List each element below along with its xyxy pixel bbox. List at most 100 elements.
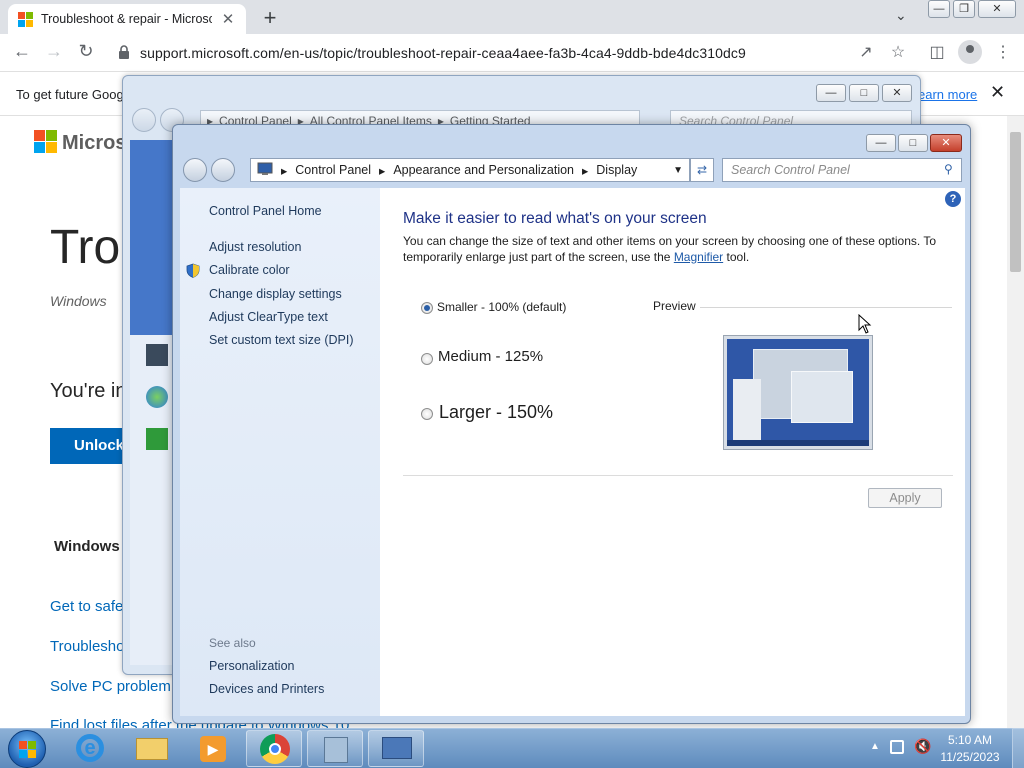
option-smaller-label[interactable]: Smaller - 100% (default) (437, 300, 566, 314)
learn-more-link[interactable]: earn more (918, 87, 977, 102)
transfer-icon (146, 428, 168, 450)
globe-icon (146, 386, 168, 408)
description-text: You can change the size of text and othe… (403, 234, 937, 264)
address-dropdown-icon[interactable]: ▼ (673, 165, 683, 176)
radio-smaller[interactable] (421, 302, 433, 314)
bookmark-star-icon[interactable]: ☆ (887, 42, 909, 62)
show-desktop-button[interactable] (1012, 728, 1024, 768)
page-link-solve[interactable]: Solve PC problem (50, 678, 171, 695)
back-window-close-button[interactable]: ✕ (882, 84, 912, 102)
new-tab-button[interactable]: + (258, 5, 282, 31)
start-button[interactable] (8, 730, 46, 768)
page-scrollbar-thumb[interactable] (1010, 132, 1021, 272)
devices-and-printers-link[interactable]: Devices and Printers (209, 682, 324, 696)
back-window-banner-image (130, 140, 175, 335)
chrome-icon (260, 734, 290, 764)
browser-close-button[interactable]: ✕ (978, 0, 1016, 18)
preview-divider (700, 307, 952, 308)
back-arrow-icon[interactable]: ← (10, 41, 34, 62)
preview-screen (727, 339, 869, 446)
reload-icon[interactable]: ↻ (74, 41, 98, 62)
search-icon[interactable]: ⚲ (944, 162, 953, 176)
taskbar-control-panel-back[interactable] (307, 730, 363, 767)
back-window-minimize-button[interactable]: — (816, 84, 846, 102)
forward-arrow-icon[interactable]: → (42, 41, 66, 62)
clock-date[interactable]: 11/25/2023 (935, 750, 1005, 764)
shield-icon (186, 263, 200, 281)
magnifier-link[interactable]: Magnifier (674, 250, 723, 264)
browser-minimize-button[interactable]: — (928, 0, 950, 18)
breadcrumb-appearance[interactable]: Appearance and Personalization (393, 163, 574, 177)
address-bar[interactable]: ▸ Control Panel ▸ Appearance and Persona… (250, 158, 690, 182)
page-intro-text: You're in (50, 380, 127, 402)
option-larger-label[interactable]: Larger - 150% (439, 402, 553, 423)
share-icon[interactable]: ↗ (855, 42, 877, 62)
taskbar-chrome[interactable] (246, 730, 302, 767)
volume-muted-icon[interactable]: 🔇 (914, 738, 931, 755)
description-text-end: tool. (723, 249, 750, 264)
radio-larger[interactable] (421, 408, 433, 420)
adjust-resolution-link[interactable]: Adjust resolution (209, 240, 301, 254)
personalization-link[interactable]: Personalization (209, 659, 294, 673)
address-bar[interactable]: support.microsoft.com/en-us/topic/troubl… (110, 39, 852, 67)
taskbar-media-player[interactable]: ▶ (186, 730, 242, 767)
clock-time[interactable]: 5:10 AM (935, 733, 1005, 747)
breadcrumb-arrow-icon[interactable]: ▸ (379, 163, 385, 178)
info-bar-text: To get future Goog (16, 87, 124, 102)
page-subtitle: Windows (50, 293, 107, 309)
back-window-back-icon[interactable] (132, 108, 156, 132)
change-display-settings-link[interactable]: Change display settings (209, 287, 342, 301)
control-panel-icon (257, 162, 273, 179)
breadcrumb-arrow-icon[interactable]: ▸ (582, 163, 588, 178)
help-icon[interactable]: ? (945, 191, 961, 207)
radio-medium[interactable] (421, 353, 433, 365)
url-text: support.microsoft.com/en-us/topic/troubl… (140, 45, 746, 61)
page-link-safe[interactable]: Get to safe (50, 598, 123, 615)
nav-forward-icon[interactable] (211, 158, 235, 182)
profile-avatar-icon[interactable] (958, 40, 982, 64)
more-menu-icon[interactable]: ⋮ (992, 42, 1014, 62)
browser-restore-button[interactable]: ❐ (953, 0, 975, 18)
breadcrumb-display[interactable]: Display (596, 163, 637, 177)
content-title: Make it easier to read what's on your sc… (403, 210, 707, 227)
refresh-icon[interactable]: ⇄ (690, 158, 714, 182)
breadcrumb-arrow-icon[interactable]: ▸ (281, 163, 287, 178)
close-button[interactable]: ✕ (930, 134, 962, 152)
content-pane (380, 188, 965, 716)
calibrate-color-link[interactable]: Calibrate color (209, 263, 290, 277)
minimize-button[interactable]: — (866, 134, 896, 152)
taskbar-internet-explorer[interactable]: e (62, 730, 118, 767)
section-heading: Windows (54, 538, 120, 555)
monitor-icon (146, 344, 168, 366)
internet-explorer-icon: e (76, 734, 104, 762)
tab-title: Troubleshoot & repair - Microsof (41, 12, 212, 26)
adjust-cleartype-link[interactable]: Adjust ClearType text (209, 310, 328, 324)
lock-icon (118, 44, 130, 62)
taskbar-control-panel-front[interactable] (368, 730, 424, 767)
breadcrumb-control-panel[interactable]: Control Panel (295, 163, 371, 177)
show-hidden-icons-icon[interactable]: ▲ (870, 741, 880, 752)
back-window-maximize-button[interactable]: □ (849, 84, 879, 102)
control-panel-home-link[interactable]: Control Panel Home (209, 204, 322, 218)
document-icon (324, 737, 348, 763)
unlock-button[interactable]: Unlock (50, 428, 130, 464)
option-medium-label[interactable]: Medium - 125% (438, 348, 543, 365)
folder-icon (136, 738, 168, 760)
apply-button[interactable]: Apply (868, 488, 942, 508)
info-bar-close-icon[interactable]: ✕ (990, 82, 1005, 103)
maximize-button[interactable]: □ (898, 134, 928, 152)
network-icon[interactable] (890, 740, 904, 754)
page-link-troubleshoot[interactable]: Troublesho (50, 638, 125, 655)
content-description: You can change the size of text and othe… (403, 234, 948, 265)
microsoft-logo-icon[interactable] (34, 130, 57, 153)
browser-tab[interactable]: Troubleshoot & repair - Microsof ✕ (8, 4, 246, 34)
search-input[interactable]: Search Control Panel (722, 158, 962, 182)
preview-image (723, 335, 873, 450)
tab-search-chevron-icon[interactable]: ⌄ (895, 7, 907, 24)
nav-back-icon[interactable] (183, 158, 207, 182)
taskbar-file-explorer[interactable] (124, 730, 180, 767)
mouse-cursor-icon (858, 313, 872, 337)
set-custom-text-size-link[interactable]: Set custom text size (DPI) (209, 333, 353, 347)
side-panel-icon[interactable]: ◫ (926, 42, 948, 62)
tab-close-icon[interactable]: ✕ (220, 10, 236, 28)
